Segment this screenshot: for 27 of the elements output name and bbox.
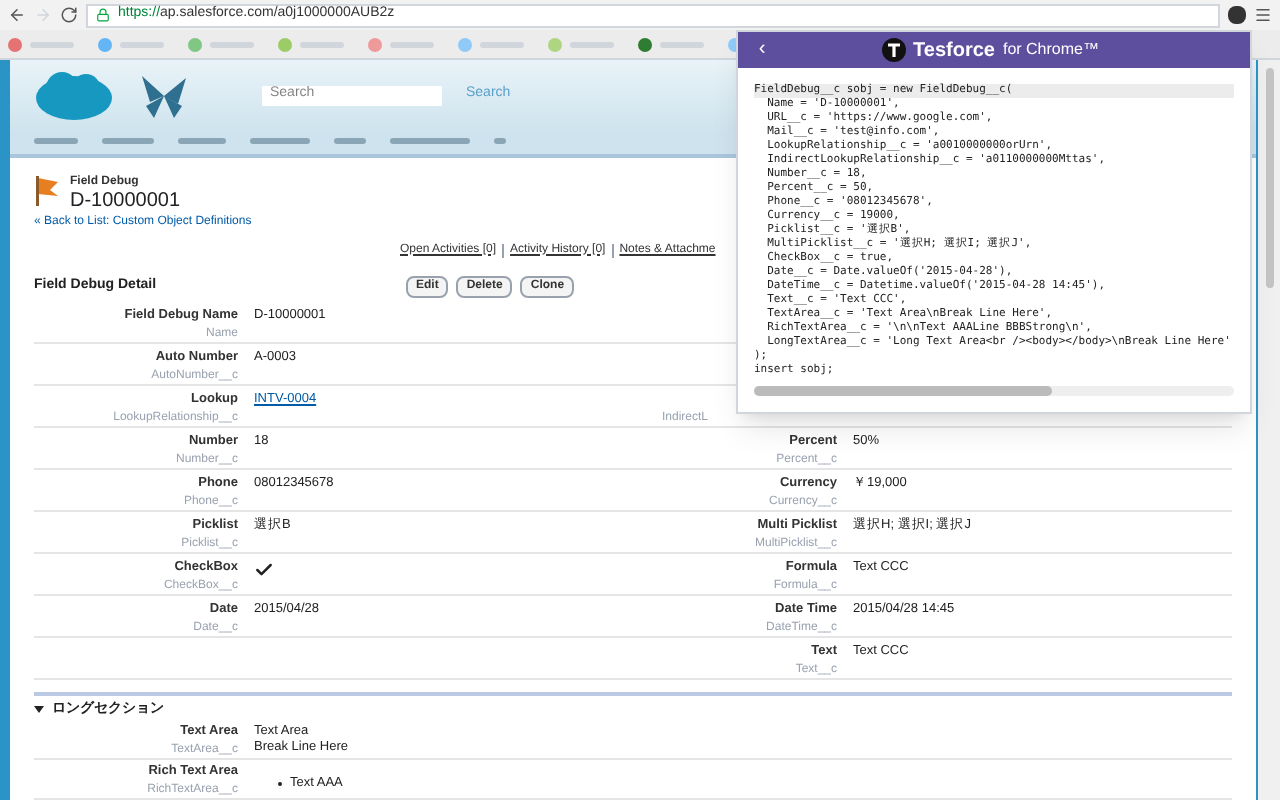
back-icon[interactable] bbox=[8, 6, 26, 24]
back-button[interactable]: ‹ bbox=[754, 38, 770, 62]
forward-icon[interactable] bbox=[34, 6, 52, 24]
lock-icon bbox=[96, 8, 110, 22]
blurred-tab[interactable] bbox=[250, 138, 310, 145]
record-name: D-10000001 bbox=[70, 191, 181, 211]
blurred-tab[interactable] bbox=[102, 138, 154, 145]
blurred-bookmark[interactable] bbox=[368, 37, 434, 51]
collapse-triangle-icon[interactable] bbox=[34, 704, 44, 715]
blurred-bookmark[interactable] bbox=[638, 37, 704, 51]
blurred-tab[interactable] bbox=[494, 138, 506, 145]
reload-icon[interactable] bbox=[60, 6, 78, 24]
cloud-logo-icon bbox=[34, 69, 114, 122]
brand-suffix: for Chrome™ bbox=[1002, 38, 1099, 62]
menu-icon[interactable] bbox=[1254, 6, 1272, 24]
horizontal-scrollbar[interactable] bbox=[754, 386, 1234, 396]
t-logo-icon bbox=[881, 38, 906, 62]
blurred-tab[interactable] bbox=[390, 138, 470, 145]
flag-icon bbox=[34, 173, 62, 205]
blurred-tab[interactable] bbox=[178, 138, 226, 145]
brand-name: Tesforce bbox=[913, 37, 995, 65]
extension-icon[interactable] bbox=[1228, 6, 1246, 24]
blurred-bookmark[interactable] bbox=[8, 37, 74, 51]
scrollbar-thumb[interactable] bbox=[1265, 68, 1273, 288]
blurred-tab[interactable] bbox=[334, 138, 366, 145]
blurred-bookmark[interactable] bbox=[98, 37, 164, 51]
blurred-tab[interactable] bbox=[34, 138, 78, 145]
